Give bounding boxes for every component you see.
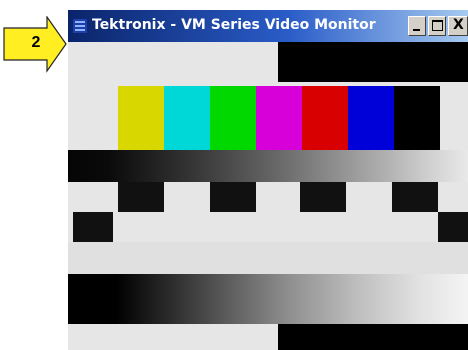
gray-field: [68, 242, 468, 274]
color-bar-black: [394, 86, 440, 150]
close-icon: X: [453, 17, 464, 33]
pulse-block: [300, 182, 346, 212]
color-bar-cyan: [164, 86, 210, 150]
maximize-button[interactable]: [428, 16, 446, 36]
close-button[interactable]: X: [448, 16, 468, 36]
pulse-block: [73, 212, 113, 242]
video-display: [68, 42, 468, 350]
step-number: 2: [31, 34, 41, 51]
color-bar-red: [302, 86, 348, 150]
tektronix-app-icon[interactable]: [73, 19, 87, 33]
video-monitor-window: Tektronix - VM Series Video Monitor X: [68, 10, 468, 350]
window-title: Tektronix - VM Series Video Monitor: [92, 17, 376, 33]
color-bar-magenta: [256, 86, 302, 150]
minimize-button[interactable]: [408, 16, 426, 36]
pulse-block: [438, 212, 468, 242]
bottom-gray-field: [68, 324, 278, 350]
pulse-block: [118, 182, 164, 212]
color-bar-yellow: [118, 86, 164, 150]
luminance-ramp: [68, 274, 468, 324]
pulse-block: [210, 182, 256, 212]
title-bar[interactable]: Tektronix - VM Series Video Monitor X: [68, 10, 468, 42]
color-bar-blue: [348, 86, 394, 150]
pulse-block: [392, 182, 438, 212]
bottom-black-field: [278, 324, 468, 350]
top-black-field: [278, 42, 468, 82]
top-gray-field: [68, 42, 278, 82]
color-bar-green: [210, 86, 256, 150]
grayscale-step-band: [68, 150, 468, 182]
